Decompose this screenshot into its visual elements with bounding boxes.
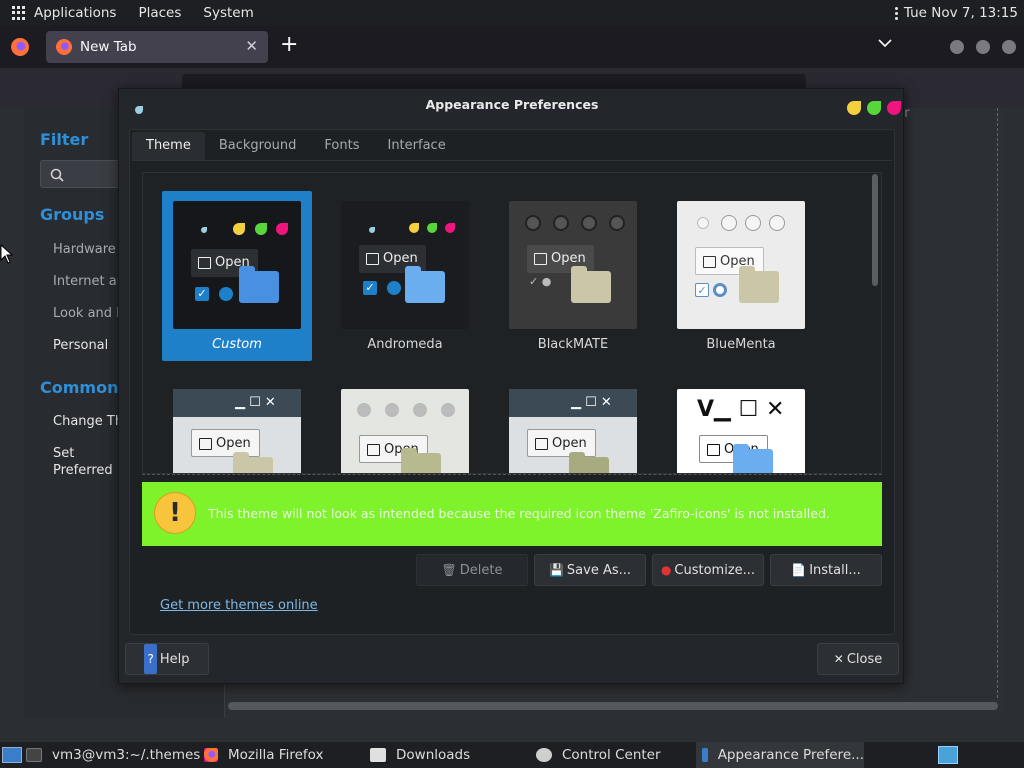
task-downloads[interactable]: Downloads [370,742,470,768]
theme-item-custom[interactable]: Open ✓ Custom [162,191,312,361]
tab-fonts[interactable]: Fonts [310,132,373,160]
control-center-scrollbar[interactable] [228,702,998,710]
customize-icon: ● [660,563,672,577]
panel-overflow-icon[interactable] [894,6,898,20]
firefox-logo-icon[interactable] [11,38,29,56]
theme-grid: Open ✓ Custom Open ✓ Andromeda Open ✓ ● … [142,172,882,474]
folder-icon [370,748,386,762]
tab-theme[interactable]: Theme [132,132,205,160]
customize-button[interactable]: ● Customize... [652,554,764,586]
save-as-button[interactable]: 💾 Save As... [534,554,646,586]
top-panel: Applications Places System Tue Nov 7, 13… [0,0,1024,26]
theme-thumbnail: Open ✓ [173,201,301,329]
get-more-themes-link[interactable]: Get more themes online [160,598,318,613]
thumb-open-button: Open [191,429,260,457]
theme-thumbnail: ▁ ☐ ✕ Open [509,389,637,473]
browser-tab-title: New Tab [80,39,137,55]
dialog-maximize-icon[interactable] [867,101,881,115]
show-desktop-icon[interactable] [2,747,22,763]
tab-strip: Theme Background Fonts Interface [132,132,460,160]
task-appearance[interactable]: Appearance Prefere... [696,742,864,768]
tab-background[interactable]: Background [205,132,311,160]
warning-bar: ! This theme will not look as intended b… [142,482,882,546]
theme-thumbnail: Open ✓ [677,201,805,329]
task-control-center[interactable]: Control Center [536,742,661,768]
filter-heading: Filter [40,130,89,149]
close-button[interactable]: ✕ Close [817,643,899,675]
theme-item-bluementa[interactable]: Open ✓ BlueMenta [666,191,816,361]
theme-thumbnail: Open [341,389,469,473]
tab-divider [132,160,892,161]
theme-name-bluementa: BlueMenta [706,337,776,352]
menu-system[interactable]: System [203,5,253,21]
menu-places[interactable]: Places [138,5,181,21]
tab-list-chevron-icon[interactable] [878,36,892,52]
warning-text: This theme will not look as intended bec… [208,506,830,521]
help-button[interactable]: ? Help [125,643,209,675]
theme-grid-scrollbar[interactable] [872,174,878,286]
theme-item-andromeda[interactable]: Open ✓ Andromeda [330,191,480,361]
close-icon: ✕ [833,652,844,666]
tab-interface[interactable]: Interface [373,132,459,160]
appearance-icon [702,748,708,762]
mouse-cursor-icon [0,244,14,264]
theme-item[interactable]: ▁ ☐ ✕ Open [498,379,648,473]
delete-button[interactable]: 🗑 Delete [416,554,528,586]
appearance-dialog: Appearance Preferences Theme Background … [118,88,904,684]
save-icon: 💾 [548,563,564,577]
theme-thumbnail: V▁ ☐ ✕ Open [677,389,805,473]
dialog-minimize-icon[interactable] [847,101,861,115]
dialog-title: Appearance Preferences [425,97,599,112]
browser-tab[interactable]: New Tab ✕ [46,31,268,63]
wm-close-icon[interactable] [1002,40,1016,54]
workspace-switcher[interactable] [938,746,958,764]
theme-name-andromeda: Andromeda [367,337,443,352]
theme-grid-divider [142,474,882,475]
theme-item[interactable]: ▁ ☐ ✕ Open [162,379,312,473]
dialog-close-icon[interactable] [887,101,901,115]
trash-icon: 🗑 [441,563,457,577]
install-button[interactable]: 📄 Install... [770,554,882,586]
close-tab-icon[interactable]: ✕ [245,37,258,55]
common-item-preferred-apps[interactable]: Set Preferred Applications [53,445,123,481]
preferences-notebook: Theme Background Fonts Interface Open ✓ [129,129,895,635]
theme-thumbnail: Open ✓ ● [509,201,637,329]
search-icon [50,168,64,182]
theme-item[interactable]: Open [330,379,480,473]
taskbar: vm3@vm3:~/.themes Mozilla Firefox Downlo… [0,742,1024,768]
theme-thumbnail: Open ✓ [341,201,469,329]
theme-item-blackmate[interactable]: Open ✓ ● BlackMATE [498,191,648,361]
menu-applications[interactable]: Applications [34,5,116,21]
theme-item[interactable]: V▁ ☐ ✕ Open [666,379,816,473]
install-icon: 📄 [791,563,807,577]
browser-tab-bar: New Tab ✕ + [0,26,1024,68]
common-tasks-heading: Common Tasks [40,378,124,397]
theme-name-blackmate: BlackMATE [537,337,609,352]
wm-minimize-icon[interactable] [950,40,964,54]
thumb-open-button: Open [527,429,596,457]
control-center-edge [997,108,998,698]
filter-search-input[interactable] [40,160,124,188]
help-icon: ? [144,644,157,674]
terminal-icon [26,748,42,762]
firefox-tab-icon [56,39,72,55]
apps-grid-icon[interactable] [12,6,26,20]
firefox-task-icon [204,748,218,762]
wm-maximize-icon[interactable] [976,40,990,54]
task-terminal[interactable]: vm3@vm3:~/.themes [26,742,200,768]
new-tab-icon[interactable]: + [280,34,298,56]
warning-icon: ! [154,492,196,534]
panel-clock[interactable]: Tue Nov 7, 13:15 [904,5,1018,21]
groups-heading: Groups [40,205,105,224]
theme-thumbnail: ▁ ☐ ✕ Open [173,389,301,473]
control-center-icon [536,748,552,762]
task-firefox[interactable]: Mozilla Firefox [204,742,324,768]
theme-name-custom: Custom [212,337,262,352]
